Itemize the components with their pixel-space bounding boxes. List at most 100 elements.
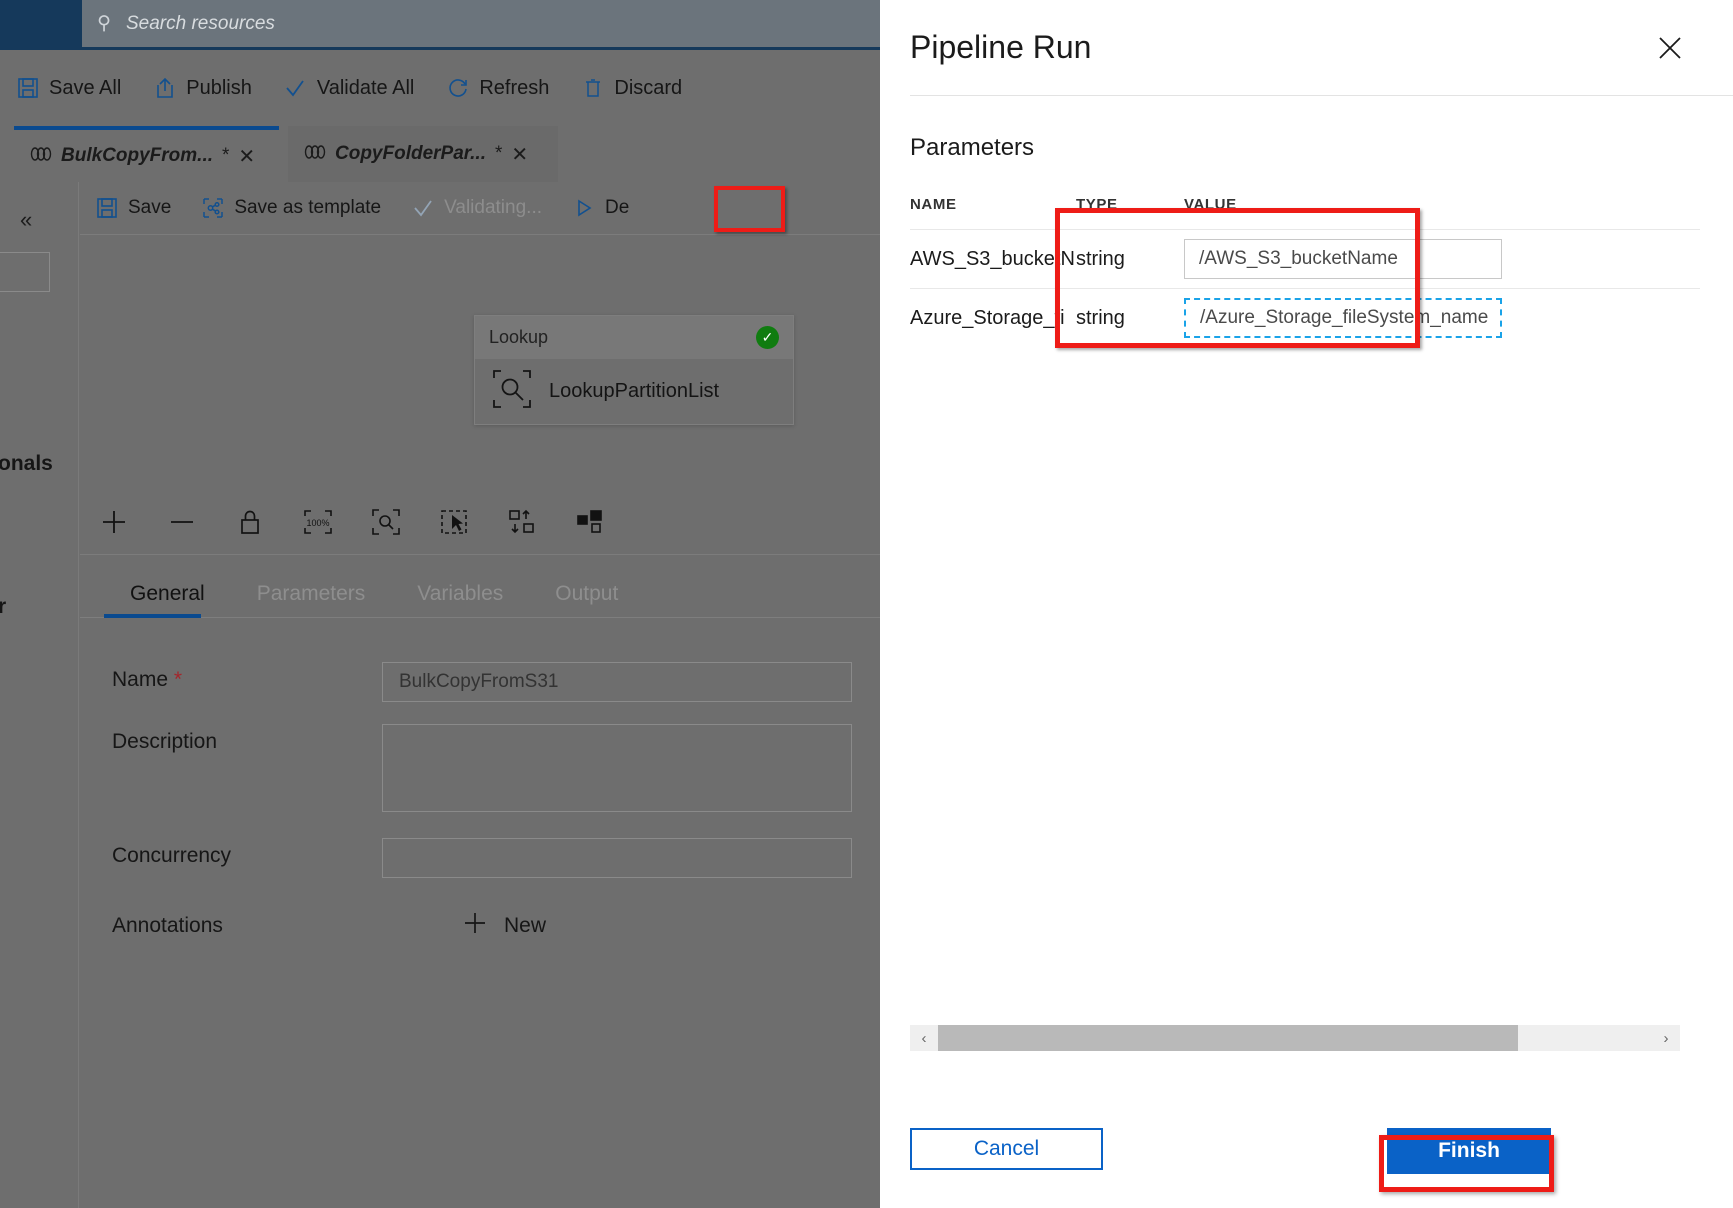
save-icon: [95, 197, 118, 220]
zoom-out-button[interactable]: [148, 495, 216, 555]
lookup-icon: [491, 368, 533, 415]
tab-variables[interactable]: Variables: [391, 582, 529, 617]
pipeline-run-panel: Pipeline Run Parameters NAME TYPE VALUE …: [880, 0, 1733, 1208]
param-type: string: [1076, 248, 1184, 271]
validating-label: Validating...: [444, 197, 542, 219]
tab-close-icon[interactable]: ✕: [238, 144, 255, 169]
param-value-cell: /AWS_S3_bucketName: [1184, 239, 1700, 279]
param-name: Azure_Storage_fi: [910, 307, 1076, 330]
scroll-track[interactable]: [938, 1025, 1652, 1051]
required-marker: *: [174, 668, 182, 691]
tab-parameters[interactable]: Parameters: [231, 582, 392, 617]
rail-partial-text-2: r: [0, 595, 6, 619]
layout-icon: [575, 508, 605, 541]
page-title: Pipeline Run: [910, 29, 1091, 66]
column-header-value: VALUE: [1184, 196, 1700, 213]
minus-icon: [167, 507, 197, 542]
refresh-button[interactable]: Refresh: [430, 50, 565, 126]
scroll-thumb[interactable]: [938, 1025, 1518, 1051]
activity-type-label: Lookup: [489, 327, 548, 348]
search-placeholder: Search resources: [126, 13, 275, 35]
command-bar: Save All Publish Validate All: [0, 50, 880, 126]
concurrency-input[interactable]: [382, 838, 852, 878]
layout-button[interactable]: [556, 495, 624, 555]
param-value-input-azure[interactable]: /Azure_Storage_fileSystem_name: [1184, 298, 1502, 338]
activity-header: Lookup ✓: [475, 316, 793, 359]
activity-node-lookup[interactable]: Lookup ✓ LookupPartitionList: [474, 315, 794, 425]
description-input[interactable]: [382, 724, 852, 812]
plus-icon: [462, 910, 488, 942]
tab-general-label: General: [130, 582, 205, 605]
tab-general[interactable]: General: [104, 582, 231, 617]
template-icon: [201, 197, 224, 220]
zoom-to-fit-button[interactable]: [352, 495, 420, 555]
column-header-type: TYPE: [1076, 196, 1184, 213]
parameters-table: NAME TYPE VALUE AWS_S3_bucketN string /A…: [910, 196, 1700, 347]
publish-icon: [153, 77, 176, 100]
refresh-icon: [446, 77, 469, 100]
checkmark-icon: [411, 197, 434, 220]
lock-canvas-button[interactable]: [216, 495, 284, 555]
parameters-section-title: Parameters: [910, 134, 1733, 162]
panel-footer: Cancel Finish: [880, 1090, 1733, 1208]
form-row-concurrency: Concurrency: [80, 838, 880, 878]
lock-icon: [237, 508, 263, 541]
cancel-button[interactable]: Cancel: [910, 1128, 1103, 1170]
save-button[interactable]: Save: [80, 182, 186, 234]
left-rail: «: [0, 182, 79, 1208]
debug-label: De: [605, 197, 629, 219]
debug-button[interactable]: De: [557, 182, 644, 234]
name-value: BulkCopyFromS31: [399, 671, 558, 693]
param-value-cell: /Azure_Storage_fileSystem_name: [1184, 298, 1700, 338]
scroll-right-arrow[interactable]: ›: [1652, 1025, 1680, 1051]
scroll-left-arrow[interactable]: ‹: [910, 1025, 938, 1051]
tab-dirty-marker: *: [495, 143, 502, 165]
canvas-tool-row: 100%: [80, 495, 880, 555]
tab-output[interactable]: Output: [529, 582, 644, 617]
pipeline-canvas[interactable]: Lookup ✓ LookupPartitionList: [80, 235, 880, 495]
tab-copyfolderpartition[interactable]: CopyFolderPar... * ✕: [288, 126, 558, 182]
concurrency-label: Concurrency: [112, 838, 382, 868]
pipeline-tab-strip: BulkCopyFrom... * ✕ CopyFolderPar... * ✕: [0, 126, 880, 182]
validate-all-label: Validate All: [317, 77, 414, 100]
description-label: Description: [112, 724, 382, 754]
tab-bulkcopyfroms3[interactable]: BulkCopyFrom... * ✕: [14, 126, 279, 182]
app-backdrop: ⚲ Search resources Save All Publish: [0, 0, 880, 1208]
zoom-in-button[interactable]: [80, 495, 148, 555]
table-row: Azure_Storage_fi string /Azure_Storage_f…: [910, 288, 1700, 347]
auto-align-icon: [507, 508, 537, 541]
tab-label: CopyFolderPar...: [335, 143, 486, 165]
param-value-text: /Azure_Storage_fileSystem_name: [1200, 307, 1488, 329]
form-row-annotations: Annotations New: [80, 908, 880, 942]
refresh-label: Refresh: [479, 77, 549, 100]
param-value-input-aws[interactable]: /AWS_S3_bucketName: [1184, 239, 1502, 279]
tab-dirty-marker: *: [222, 145, 229, 167]
name-input[interactable]: BulkCopyFromS31: [382, 662, 852, 702]
validate-all-button[interactable]: Validate All: [268, 50, 430, 126]
save-as-template-button[interactable]: Save as template: [186, 182, 396, 234]
table-row: AWS_S3_bucketN string /AWS_S3_bucketName: [910, 229, 1700, 288]
horizontal-scrollbar[interactable]: ‹ ›: [910, 1025, 1680, 1051]
activity-name-label: LookupPartitionList: [549, 380, 719, 403]
checkmark-icon: [284, 77, 307, 100]
discard-label: Discard: [614, 77, 682, 100]
zoom-100-button[interactable]: 100%: [284, 495, 352, 555]
discard-button[interactable]: Discard: [565, 50, 698, 126]
publish-button[interactable]: Publish: [137, 50, 268, 126]
add-annotation-label: New: [504, 914, 546, 938]
save-icon: [16, 77, 39, 100]
panel-header: Pipeline Run: [880, 0, 1733, 95]
add-annotation-button[interactable]: New: [462, 908, 546, 942]
close-icon[interactable]: [1653, 31, 1687, 65]
finish-button[interactable]: Finish: [1387, 1128, 1551, 1174]
select-tool-button[interactable]: [420, 495, 488, 555]
tab-close-icon[interactable]: ✕: [511, 142, 528, 167]
search-input[interactable]: ⚲ Search resources: [82, 0, 880, 47]
collapse-icon[interactable]: «: [20, 207, 32, 233]
table-header-row: NAME TYPE VALUE: [910, 196, 1700, 229]
save-all-button[interactable]: Save All: [0, 50, 137, 126]
auto-align-button[interactable]: [488, 495, 556, 555]
header-divider: [910, 95, 1733, 96]
search-icon: ⚲: [82, 12, 126, 35]
param-type: string: [1076, 307, 1184, 330]
